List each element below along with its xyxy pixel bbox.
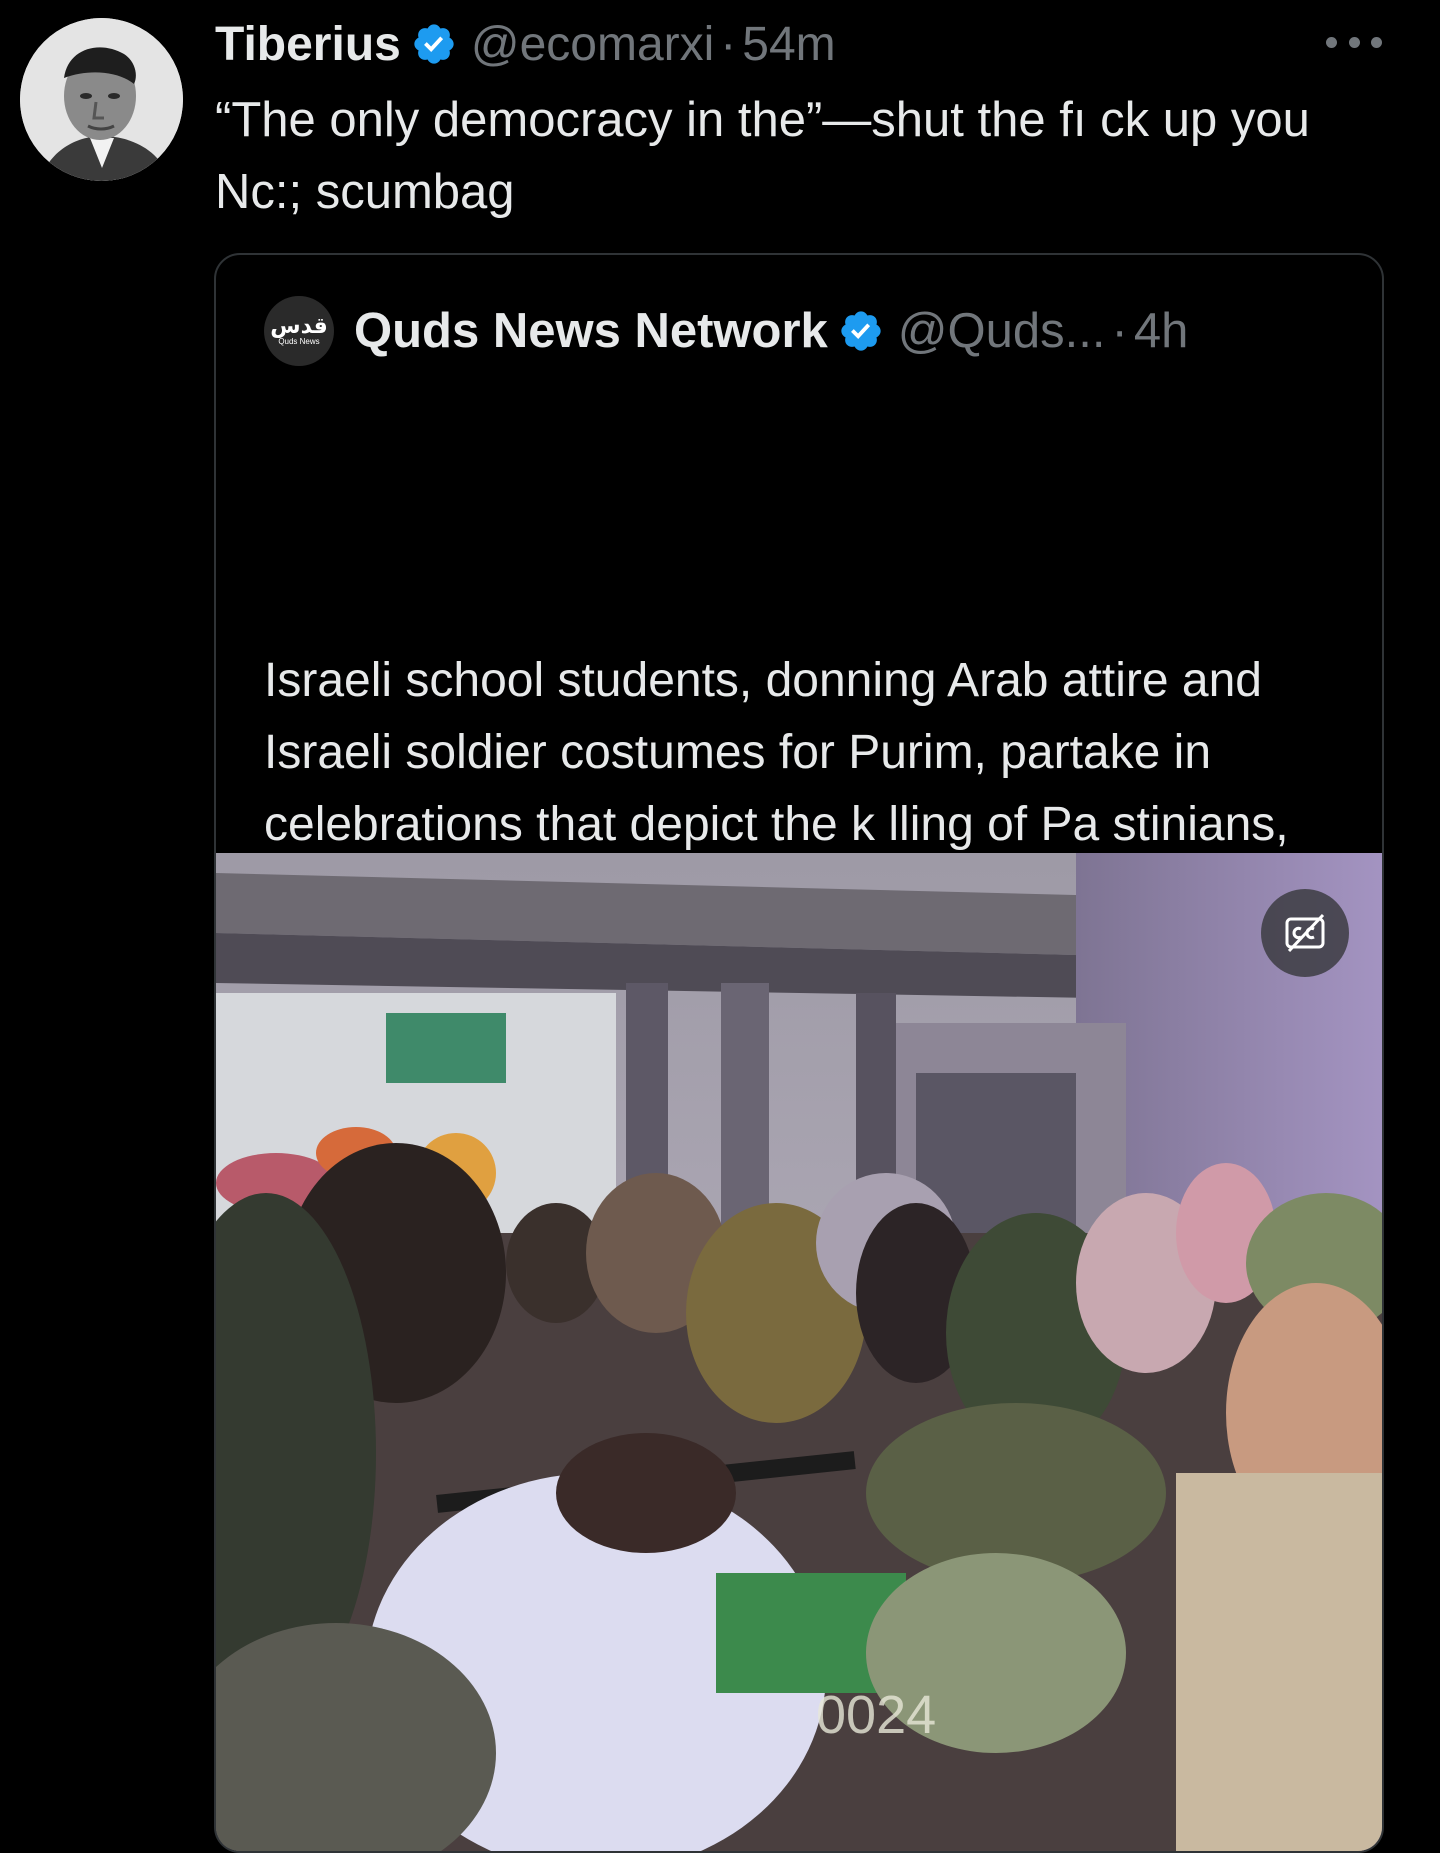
- quoted-author-handle[interactable]: @Quds...: [898, 303, 1106, 359]
- captions-glyph: [1285, 913, 1325, 953]
- verified-badge-icon: [838, 308, 884, 354]
- author-avatar-image: [20, 18, 183, 181]
- tweet-timestamp[interactable]: 54m: [742, 17, 835, 72]
- quoted-avatar-logo-subtext: Quds News: [278, 337, 320, 346]
- quoted-tweet-timestamp[interactable]: 4h: [1134, 303, 1189, 359]
- more-dot: [1348, 36, 1360, 48]
- author-display-name[interactable]: Tiberius: [215, 17, 401, 72]
- more-dot: [1371, 36, 1382, 48]
- header-separator: ·: [720, 17, 737, 71]
- quoted-tweet-card[interactable]: قدس Quds News Quds News Network @Quds...…: [214, 253, 1384, 1853]
- author-handle[interactable]: @ecomarxi: [471, 17, 714, 72]
- closed-captions-off-icon[interactable]: [1261, 889, 1349, 977]
- quoted-author-avatar[interactable]: قدس Quds News: [264, 296, 334, 366]
- more-dot: [1326, 36, 1337, 48]
- quoted-tweet-header: قدس Quds News Quds News Network @Quds...…: [264, 295, 1188, 367]
- more-options-icon[interactable]: [1326, 20, 1382, 64]
- quoted-avatar-logo-text: قدس: [270, 313, 328, 338]
- verified-badge-icon: [411, 21, 457, 67]
- video-frame: 0024: [216, 853, 1382, 1851]
- tweet-text: “The only democracy in the”—shut the fı …: [215, 93, 1310, 219]
- tweet-header: Tiberius @ecomarxi · 54m: [215, 12, 836, 76]
- video-overlay-number: 0024: [816, 1685, 936, 1745]
- quoted-header-separator: ·: [1111, 304, 1128, 358]
- author-avatar[interactable]: [20, 18, 183, 181]
- video-player[interactable]: 0024: [216, 853, 1382, 1851]
- quoted-author-display-name[interactable]: Quds News Network: [354, 303, 828, 359]
